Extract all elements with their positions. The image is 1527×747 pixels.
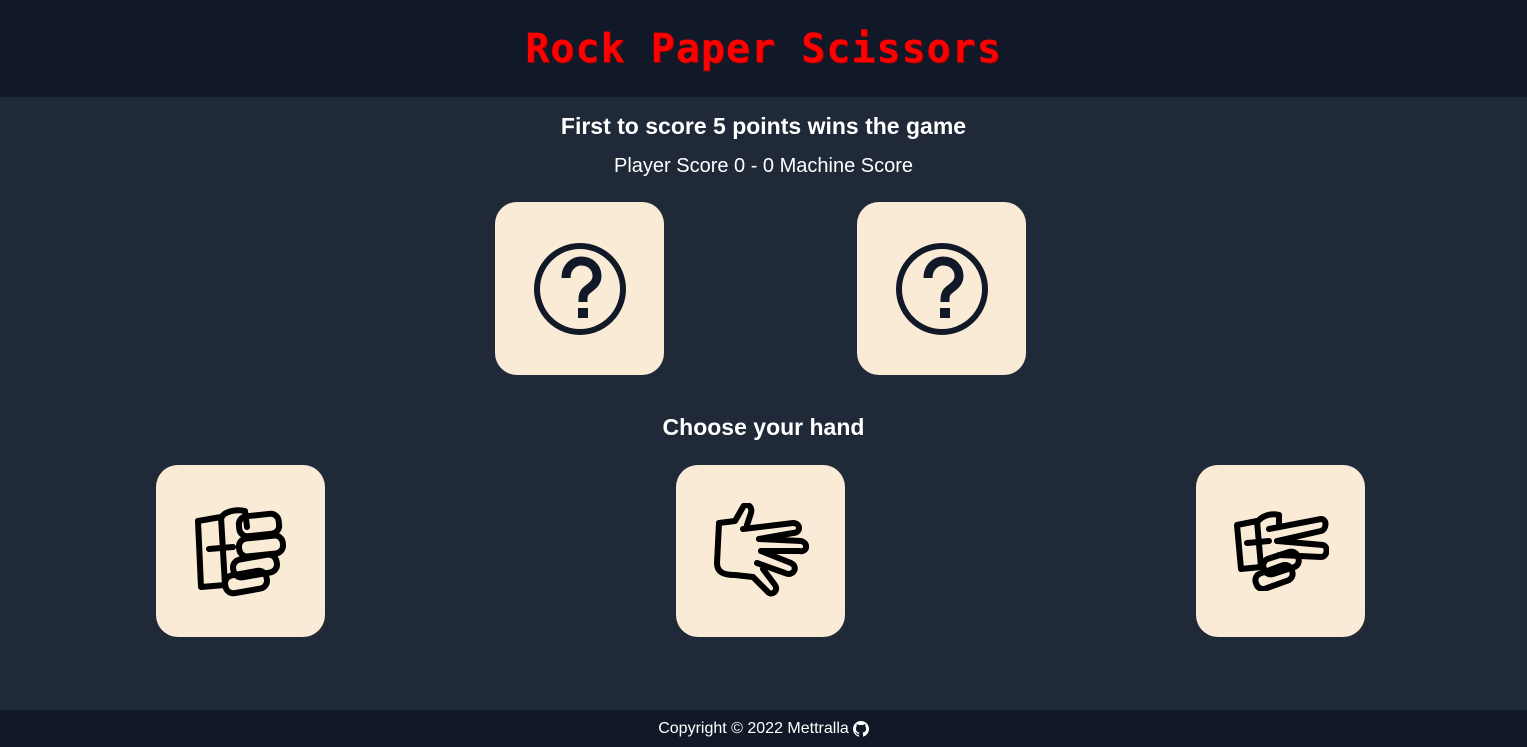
rules-text: First to score 5 points wins the game — [560, 113, 967, 139]
scissors-button[interactable] — [1196, 465, 1365, 637]
question-icon — [895, 242, 988, 335]
question-icon — [533, 242, 626, 335]
open-hand-icon — [713, 503, 809, 597]
score-line: Player Score 0 - 0 Machine Score — [613, 155, 914, 177]
header: Rock Paper Scissors — [0, 0, 1527, 97]
paper-button[interactable] — [676, 465, 845, 637]
rock-button[interactable] — [156, 465, 325, 637]
github-icon[interactable] — [852, 720, 869, 737]
machine-hand-card — [857, 202, 1026, 375]
fist-icon — [194, 507, 286, 597]
copyright-text: Copyright © 2022 Mettralla — [658, 719, 849, 737]
page-title: Rock Paper Scissors — [525, 25, 1002, 72]
footer: Copyright © 2022 Mettralla — [0, 710, 1527, 747]
player-hand-card — [495, 202, 664, 375]
scissors-hand-icon — [1233, 511, 1329, 591]
choose-heading: Choose your hand — [662, 414, 865, 440]
